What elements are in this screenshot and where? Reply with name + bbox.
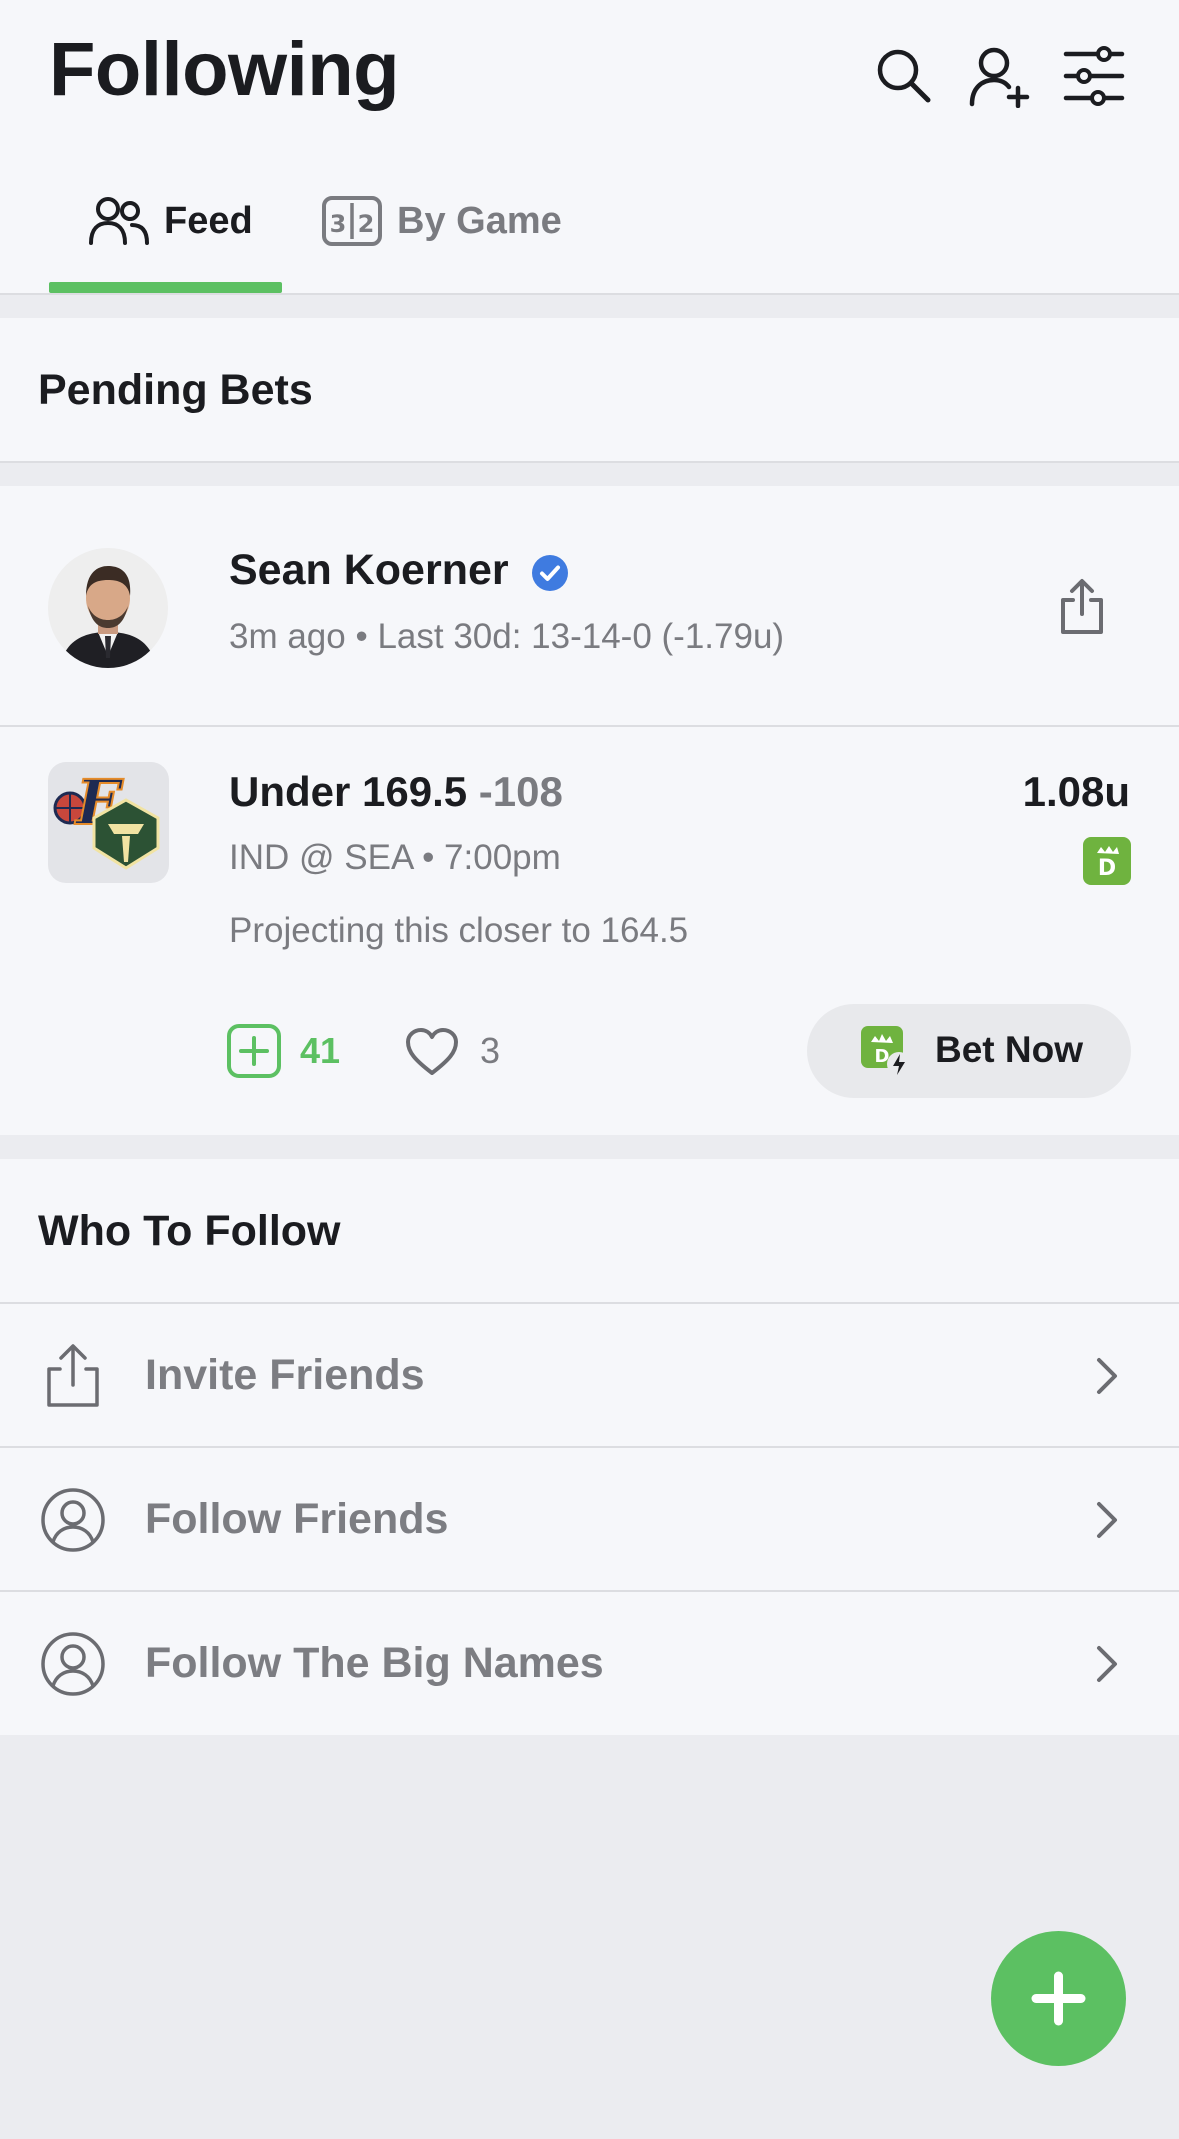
plus-icon (1031, 1971, 1086, 2026)
list-item-label: Follow The Big Names (145, 1639, 604, 1687)
add-user-icon[interactable] (968, 44, 1032, 108)
like-count[interactable]: 3 (480, 1030, 500, 1072)
bet-line: Under 169.5 -108 (229, 768, 563, 816)
chevron-right-icon (1097, 1502, 1117, 1538)
svg-text:D: D (1098, 856, 1116, 881)
search-icon[interactable] (872, 44, 936, 108)
user-circle-icon (41, 1488, 105, 1552)
list-item-follow-big-names[interactable]: Follow The Big Names (0, 1592, 1179, 1735)
avatar[interactable] (48, 548, 168, 668)
users-icon (89, 197, 149, 245)
verified-badge-icon (532, 555, 568, 591)
avatar-photo (48, 548, 168, 668)
share-icon (47, 1344, 99, 1407)
section-title-pending: Pending Bets (38, 366, 313, 414)
basketball-team-logos-icon: F (53, 765, 160, 870)
author-name[interactable]: Sean Koerner (229, 546, 509, 595)
list-item-invite-friends[interactable]: Invite Friends (0, 1304, 1179, 1447)
list-item-label: Follow Friends (145, 1495, 449, 1543)
who-to-follow-section: Who To Follow (0, 1159, 1179, 1302)
new-bet-button[interactable] (991, 1931, 1126, 2066)
bet-units: 1.08u (1022, 768, 1130, 815)
draftkings-lightning-icon: D (861, 1026, 911, 1076)
tab-feed[interactable]: Feed (88, 190, 253, 252)
svg-text:3: 3 (330, 210, 347, 238)
tail-bet-icon[interactable] (226, 1023, 282, 1079)
chevron-right-icon (1097, 1358, 1117, 1394)
game-info: IND @ SEA • 7:00pm (229, 838, 561, 877)
heart-icon[interactable] (405, 1027, 459, 1077)
scoreboard-icon: 3 2 (322, 196, 382, 246)
user-circle-icon (41, 1632, 105, 1696)
bet-label: Under 169.5 (229, 768, 468, 815)
team-logos: F (48, 762, 169, 883)
divider (0, 725, 1179, 727)
divider (0, 461, 1179, 463)
bet-odds: -108 (478, 768, 563, 815)
list-item-follow-friends[interactable]: Follow Friends (0, 1448, 1179, 1591)
page-title: Following (49, 27, 400, 112)
filter-sliders-icon[interactable] (1062, 44, 1126, 108)
tail-count[interactable]: 41 (300, 1030, 340, 1072)
chevron-right-icon (1097, 1646, 1117, 1682)
tab-by-game[interactable]: 3 2 By Game (321, 190, 562, 252)
draftkings-icon: D (1097, 846, 1119, 881)
post-meta: 3m ago • Last 30d: 13-14-0 (-1.79u) (229, 617, 785, 656)
bet-now-button[interactable]: D Bet Now (807, 1004, 1131, 1098)
list-item-label: Invite Friends (145, 1351, 425, 1399)
sportsbook-logo: D (1083, 837, 1131, 885)
tab-by-game-label: By Game (397, 199, 562, 242)
bet-note: Projecting this closer to 164.5 (229, 911, 689, 950)
svg-text:2: 2 (358, 210, 375, 238)
header: Following Feed 3 2 By Game (0, 0, 1179, 295)
active-tab-indicator (49, 282, 282, 293)
share-icon[interactable] (1057, 578, 1107, 636)
pending-bets-section: Pending Bets (0, 318, 1179, 461)
bet-now-label: Bet Now (935, 1029, 1083, 1070)
section-title-who-to-follow: Who To Follow (38, 1207, 341, 1255)
tab-feed-label: Feed (164, 199, 253, 242)
